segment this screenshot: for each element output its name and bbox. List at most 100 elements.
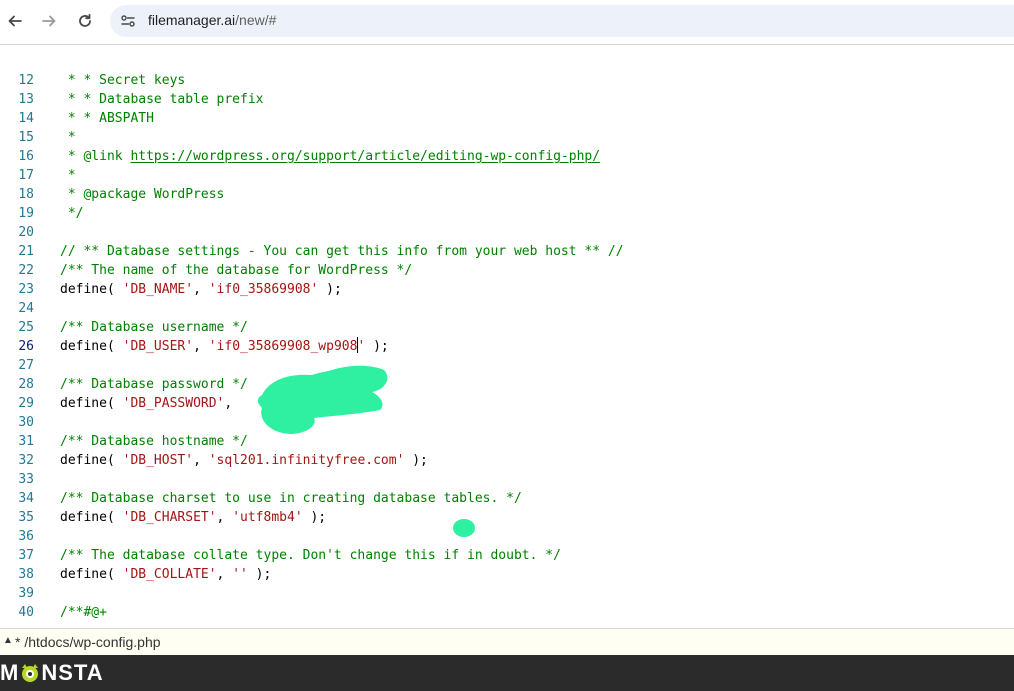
code-line[interactable]: define( 'DB_CHARSET', 'utf8mb4' ); [60, 508, 326, 527]
code-line[interactable]: */ [60, 204, 84, 223]
code-line[interactable]: define( 'DB_COLLATE', '' ); [60, 565, 271, 584]
define-close: ); [349, 396, 366, 411]
address-bar[interactable]: filemanager.ai/new/# [110, 5, 1014, 37]
line-number: 38 [18, 567, 34, 582]
comment-text: * * Database table prefix [60, 92, 264, 107]
constant-name: 'DB_CHARSET' [122, 510, 217, 525]
code-line[interactable]: /** Database hostname */ [60, 432, 248, 451]
collapse-triangle-icon[interactable]: ▲ [3, 635, 13, 646]
code-editor[interactable]: 12 13 14 15 16 17 18 19 20 21 22 23 24 25 26 27 28 29 30 31… [0, 71, 1014, 628]
comment-text: * * ABSPATH [60, 111, 154, 126]
constant-name: 'DB_NAME' [122, 282, 194, 297]
constant-name: 'DB_COLLATE' [122, 567, 217, 582]
line-number: 30 [18, 415, 34, 430]
line-number: 18 [18, 187, 34, 202]
line-number: 13 [18, 92, 34, 107]
define-separator: , [216, 510, 233, 525]
brand-letters-nsta: NSTA [41, 660, 104, 685]
line-number: 23 [18, 282, 34, 297]
define-separator: , [193, 282, 209, 297]
define-keyword: define( [60, 510, 123, 525]
forward-arrow-icon[interactable] [36, 8, 62, 34]
site-settings-icon[interactable] [118, 11, 138, 31]
comment-text: /**#@+ [60, 605, 107, 620]
comment-text: // ** Database settings - You can get th… [60, 244, 624, 259]
define-close: ); [302, 510, 327, 525]
line-number: 24 [18, 301, 34, 316]
line-number: 35 [18, 510, 34, 525]
define-close: ); [404, 453, 428, 468]
constant-name: 'DB_HOST' [122, 453, 194, 468]
brand-letter-m: M [0, 660, 20, 685]
line-number: 20 [18, 225, 34, 240]
url-text[interactable]: filemanager.ai/new/# [148, 12, 276, 28]
define-separator: , [216, 567, 233, 582]
code-line[interactable]: * * Database table prefix [60, 90, 264, 109]
line-number: 22 [18, 263, 34, 278]
monsta-logo[interactable]: M NSTA [0, 659, 104, 687]
code-line[interactable]: /** Database username */ [60, 318, 248, 337]
constant-value: 'utf8mb4' [232, 510, 303, 525]
code-line[interactable]: /** The name of the database for WordPre… [60, 261, 412, 280]
line-number: 17 [18, 168, 34, 183]
line-number: 34 [18, 491, 34, 506]
code-line[interactable]: /** Database charset to use in creating … [60, 489, 522, 508]
line-number: 15 [18, 130, 34, 145]
code-area[interactable]: * * Secret keys * * Database table prefi… [60, 71, 1014, 628]
constant-value: 'if0_35869908' [208, 282, 319, 297]
define-keyword: define( [60, 567, 123, 582]
line-number: 14 [18, 111, 34, 126]
line-number: 25 [18, 320, 34, 335]
comment-text: * @package WordPress [60, 187, 225, 202]
comment-text: /** The database collate type. Don't cha… [60, 548, 561, 563]
comment-text: /** Database hostname */ [60, 434, 248, 449]
code-line[interactable]: define( 'DB_NAME', 'if0_35869908' ); [60, 280, 342, 299]
code-line[interactable]: * * Secret keys [60, 71, 185, 90]
line-number: 39 [18, 586, 34, 601]
define-close: ); [365, 339, 389, 354]
monsta-eye-logo-icon [20, 663, 40, 683]
constant-name: 'DB_PASSWORD' [122, 396, 225, 411]
line-number-gutter: 12 13 14 15 16 17 18 19 20 21 22 23 24 25 26 27 28 29 30 31… [0, 71, 40, 628]
browser-toolbar: filemanager.ai/new/# [0, 0, 1014, 45]
code-line[interactable]: /** Database password */ [60, 375, 248, 394]
line-number: 37 [18, 548, 34, 563]
define-separator: , [224, 396, 241, 411]
line-number: 21 [18, 244, 34, 259]
code-line[interactable]: /**#@+ [60, 603, 107, 622]
code-line[interactable]: /** The database collate type. Don't cha… [60, 546, 561, 565]
define-keyword: define( [60, 339, 123, 354]
comment-text: */ [60, 206, 84, 221]
line-number: 19 [18, 206, 34, 221]
constant-value: 'if0_35869908_wp908 [208, 339, 358, 354]
back-arrow-icon[interactable] [2, 8, 28, 34]
open-file-path[interactable]: * /htdocs/wp-config.php [15, 634, 161, 650]
code-line[interactable]: * [60, 128, 76, 147]
code-line[interactable]: // ** Database settings - You can get th… [60, 242, 624, 261]
brand-bar: M NSTA [0, 655, 1014, 691]
code-line[interactable]: * @link https://wordpress.org/support/ar… [60, 147, 600, 166]
url-host: filemanager.ai [148, 12, 236, 28]
comment-text: /** Database username */ [60, 320, 248, 335]
code-line[interactable]: define( 'DB_PASSWORD', ); [60, 394, 365, 413]
define-keyword: define( [60, 282, 123, 297]
line-number: 16 [18, 149, 34, 164]
code-line[interactable]: * * ABSPATH [60, 109, 154, 128]
line-number: 33 [18, 472, 34, 487]
comment-text: /** The name of the database for WordPre… [60, 263, 413, 278]
reload-icon[interactable] [72, 8, 98, 34]
doc-comment-text: * @link [60, 149, 131, 164]
constant-name: 'DB_USER' [122, 339, 194, 354]
code-line[interactable]: * @package WordPress [60, 185, 225, 204]
code-line[interactable]: * [60, 166, 76, 185]
define-separator: , [193, 339, 209, 354]
code-line[interactable]: define( 'DB_HOST', 'sql201.infinityfree.… [60, 451, 428, 470]
file-status-bar: ▲ * /htdocs/wp-config.php [0, 628, 1014, 656]
code-line[interactable]: define( 'DB_USER', 'if0_35869908_wp908' … [60, 337, 389, 356]
comment-text: /** Database charset to use in creating … [60, 491, 522, 506]
comment-text: * [60, 168, 76, 183]
line-number: 32 [18, 453, 34, 468]
doc-link[interactable]: https://wordpress.org/support/article/ed… [130, 149, 600, 164]
line-number: 28 [18, 377, 34, 392]
line-number: 29 [18, 396, 34, 411]
